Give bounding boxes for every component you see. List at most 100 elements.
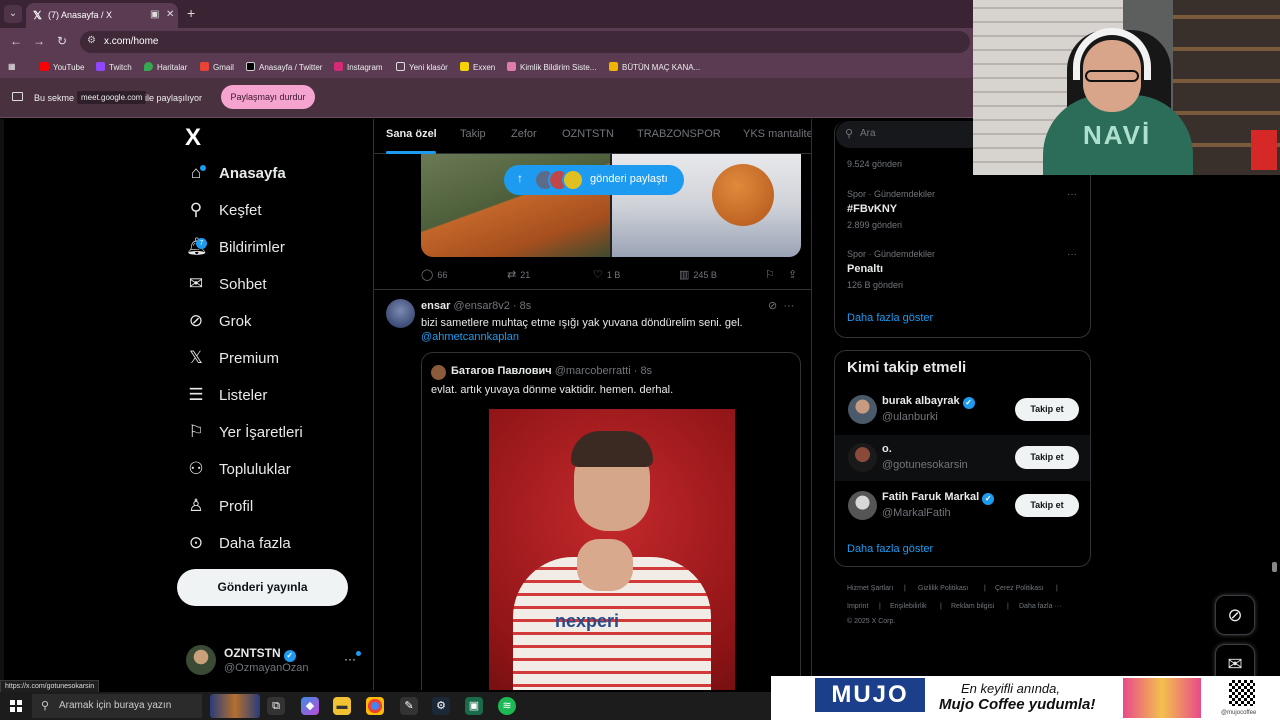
follow-show-more[interactable]: Daha fazla göster [847, 543, 933, 555]
post-mention-link[interactable]: @ahmetcannkaplan [421, 331, 519, 343]
post-author-handle[interactable]: @ensar8v2 [453, 300, 509, 312]
spotify-icon[interactable]: ≋ [498, 697, 516, 715]
reload-icon[interactable]: ↻ [57, 34, 67, 48]
bookmark-mac[interactable]: BÜTÜN MAÇ KANA... [609, 62, 700, 72]
search-icon: ⚲ [845, 128, 854, 140]
close-tab-icon[interactable]: ✕ [166, 9, 174, 20]
trend-title[interactable]: #FBvKNY [847, 203, 897, 215]
nav-label: Grok [219, 313, 252, 330]
scrollbar-thumb[interactable] [1272, 562, 1277, 572]
trend-title[interactable]: Penaltı [847, 263, 883, 275]
post-button[interactable]: Gönderi yayınla [177, 569, 348, 606]
follow-button[interactable]: Takip et [1015, 446, 1079, 469]
footer-link[interactable]: Hizmet Şartları [847, 585, 893, 592]
account-avatar[interactable] [186, 645, 216, 675]
footer-link[interactable]: Reklam bilgisi [951, 603, 994, 610]
footer-link[interactable]: Imprint [847, 603, 868, 610]
footer-separator: | [1007, 603, 1009, 610]
new-posts-pill[interactable]: ↑ gönderi paylaştı [504, 165, 684, 195]
follow-suggestion[interactable]: burak albayrak ✓ @ulanburki Takip et [835, 387, 1090, 433]
trends-show-more[interactable]: Daha fazla göster [847, 312, 933, 324]
trend-more-icon[interactable]: ··· [1067, 189, 1077, 200]
bookmark-youtube[interactable]: YouTube [40, 62, 84, 72]
account-name[interactable]: OZNTSTN ✓ [224, 646, 296, 662]
bookmark-icon: ⚐ [765, 269, 775, 281]
suggestion-avatar [848, 443, 877, 472]
share-button[interactable]: ⇪ [788, 268, 801, 281]
reply-button[interactable]: ◯ 66 [421, 268, 447, 281]
footer-link[interactable]: Daha fazla ··· [1019, 603, 1061, 610]
bookmark-twitter[interactable]: Anasayfa / Twitter [246, 62, 322, 72]
repost-button[interactable]: ⇄ 21 [507, 268, 530, 281]
suggestion-avatar [848, 395, 877, 424]
chrome-icon[interactable] [366, 697, 384, 715]
back-icon[interactable]: ← [10, 34, 22, 48]
taskbar-search-input[interactable]: ⚲ Aramak için buraya yazın [32, 694, 202, 718]
browser-tab-active[interactable]: 𝕏 (7) Anasayfa / X ▣ ✕ [26, 3, 178, 28]
tab-for-you[interactable]: Sana özel [386, 128, 437, 140]
quoted-post[interactable]: Батагов Павлович @marcoberratti · 8s evl… [421, 352, 801, 690]
grok-fab-button[interactable]: ⊘ [1215, 595, 1255, 635]
tab-trabzonspor[interactable]: TRABZONSPOR [637, 128, 721, 140]
stop-sharing-button[interactable]: Paylaşmayı durdur [221, 85, 315, 109]
address-bar[interactable]: ⚙ x.com/home [80, 31, 970, 53]
search-input[interactable]: ⚲ Ara [836, 121, 986, 148]
forward-icon[interactable]: → [33, 34, 45, 48]
more-icon[interactable]: ··· [783, 300, 794, 312]
trend-count: 2.899 gönderi [847, 220, 903, 230]
share-suffix: ile paylaşılıyor [145, 93, 203, 103]
footer-link[interactable]: Çerez Politikası [995, 585, 1044, 592]
bookmark-kimlik[interactable]: Kimlik Bildirim Siste... [507, 62, 596, 72]
windows-start-icon[interactable] [10, 700, 22, 712]
file-explorer-icon[interactable]: ▬ [333, 697, 351, 715]
notification-badge: 7 [196, 238, 207, 249]
follow-suggestion[interactable]: o. @gotunesokarsin Takip et [835, 435, 1090, 481]
footer-link[interactable]: Gizlilik Politikası [918, 585, 968, 592]
nav-explore[interactable]: ⚲ Keşfet [186, 200, 262, 230]
bookmark-instagram[interactable]: Instagram [334, 62, 383, 72]
trend-more-icon[interactable]: ··· [1067, 249, 1077, 260]
nav-premium[interactable]: 𝕏 Premium [186, 348, 279, 378]
quote-image-player[interactable]: nexperi [489, 409, 735, 690]
grok-icon[interactable]: ⊘ [768, 300, 777, 312]
x-logo[interactable]: X [185, 124, 201, 152]
tab-ozntstn[interactable]: OZNTSTN [562, 128, 614, 140]
task-view-icon[interactable]: ⧉ [267, 697, 285, 715]
tab-following[interactable]: Takip [460, 128, 486, 140]
nav-lists[interactable]: ☰ Listeler [186, 385, 267, 415]
tab-search-dropdown[interactable]: ⌄ [4, 5, 22, 23]
bookmark-twitch[interactable]: Twitch [96, 62, 132, 72]
like-button[interactable]: ♡ 1 B [593, 268, 620, 281]
bookmark-button[interactable]: ⚐ [765, 268, 779, 281]
post-avatar[interactable] [386, 299, 415, 328]
bookmark-gmail[interactable]: Gmail [200, 62, 234, 72]
apps-icon[interactable]: ▦ [8, 62, 16, 71]
nav-bookmarks[interactable]: ⚐ Yer İşaretleri [186, 422, 302, 452]
follow-button[interactable]: Takip et [1015, 398, 1079, 421]
app-green-icon[interactable]: ▣ [465, 697, 483, 715]
more-circle-icon: ⊙ [188, 533, 204, 552]
post-author-name[interactable]: ensar [421, 300, 450, 312]
nav-grok[interactable]: ⊘ Grok [186, 311, 252, 341]
tab-yks[interactable]: YKS mantalite [743, 128, 811, 140]
footer-link[interactable]: Erişilebilirlik [890, 603, 927, 610]
app-icon[interactable]: ✎ [400, 697, 418, 715]
tab-zefor[interactable]: Zefor [511, 128, 537, 140]
follow-suggestion[interactable]: Fatih Faruk Markal ✓ @MarkalFatih Takip e… [835, 483, 1090, 529]
nav-profile[interactable]: ♙ Profil [186, 496, 253, 526]
copilot-icon[interactable]: ◆ [301, 697, 319, 715]
bookmark-exxen[interactable]: Exxen [460, 62, 495, 72]
steam-icon[interactable]: ⚙ [432, 697, 450, 715]
nav-more[interactable]: ⊙ Daha fazla [186, 533, 291, 563]
search-highlight-image[interactable] [210, 694, 260, 718]
bookmark-maps[interactable]: Haritalar [144, 62, 187, 72]
nav-chat[interactable]: ✉ Sohbet [186, 274, 267, 304]
site-info-icon[interactable]: ⚙ [87, 35, 96, 46]
new-tab-button[interactable]: + [187, 5, 195, 21]
views-button[interactable]: ▥ 245 B [679, 268, 717, 281]
post-time[interactable]: · 8s [513, 300, 531, 312]
bookmark-folder[interactable]: Yeni klasör [396, 62, 448, 72]
nav-communities[interactable]: ⚇ Topluluklar [186, 459, 290, 489]
account-more-button[interactable]: ··· [344, 652, 356, 666]
follow-button[interactable]: Takip et [1015, 494, 1079, 517]
